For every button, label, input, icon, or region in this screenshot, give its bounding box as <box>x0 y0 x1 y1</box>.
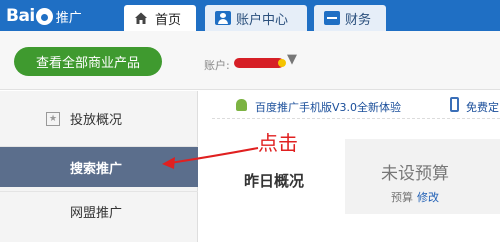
view-all-products-button[interactable]: 查看全部商业产品 <box>14 47 162 76</box>
baidu-logo[interactable]: Bai 推广 <box>6 4 82 28</box>
paw-icon <box>35 7 53 25</box>
budget-card: 未设预算 预算 修改 <box>345 139 500 214</box>
notice-link-mobile[interactable]: 百度推广手机版V3.0全新体验 <box>255 99 401 115</box>
budget-label: 预算 <box>391 191 413 204</box>
home-icon <box>134 11 150 25</box>
sidebar-item-overview[interactable]: ★ 投放概况 <box>0 91 198 147</box>
tab-home-label: 首页 <box>155 12 182 28</box>
sub-header: 查看全部商业产品 账户: ▼ <box>0 31 500 90</box>
phone-icon <box>450 97 459 112</box>
sidebar-item-label: 搜索推广 <box>70 161 123 177</box>
tab-finance[interactable]: 财务 <box>314 5 386 31</box>
logo-text: Bai <box>6 6 35 26</box>
budget-edit-link[interactable]: 修改 <box>417 191 439 204</box>
chevron-down-icon[interactable]: ▼ <box>287 52 297 67</box>
notice-bar: 百度推广手机版V3.0全新体验 免费定 <box>212 91 500 119</box>
android-icon <box>236 99 247 111</box>
top-bar: Bai 推广 首页 账户中心 财务 <box>0 0 500 31</box>
tab-account-label: 账户中心 <box>236 12 289 28</box>
sidebar-item-label: 投放概况 <box>70 113 123 128</box>
overview-icon: ★ <box>46 111 60 126</box>
logo-suffix: 推广 <box>55 10 82 26</box>
account-status-dot <box>278 59 286 67</box>
notice-link-free[interactable]: 免费定 <box>466 99 499 115</box>
sidebar-item-label: 网盟推广 <box>70 206 123 221</box>
section-title-yesterday: 昨日概况 <box>244 172 305 190</box>
annotation-click-label: 点击 <box>258 131 298 155</box>
account-name-redacted <box>234 58 284 68</box>
tab-finance-label: 财务 <box>345 12 372 28</box>
budget-line: 预算 修改 <box>391 189 439 205</box>
budget-status: 未设预算 <box>381 164 449 184</box>
account-label: 账户: <box>204 59 230 72</box>
tab-account-center[interactable]: 账户中心 <box>205 5 307 31</box>
tab-home[interactable]: 首页 <box>124 5 196 31</box>
sidebar: ★ 投放概况 搜索推广 网盟推广 <box>0 91 198 242</box>
user-icon <box>215 11 231 25</box>
sidebar-item-search-promotion[interactable]: 搜索推广 <box>0 147 198 187</box>
active-item-pointer <box>198 159 207 177</box>
wallet-icon <box>324 11 340 25</box>
sidebar-item-network-union[interactable]: 网盟推广 <box>0 191 198 231</box>
